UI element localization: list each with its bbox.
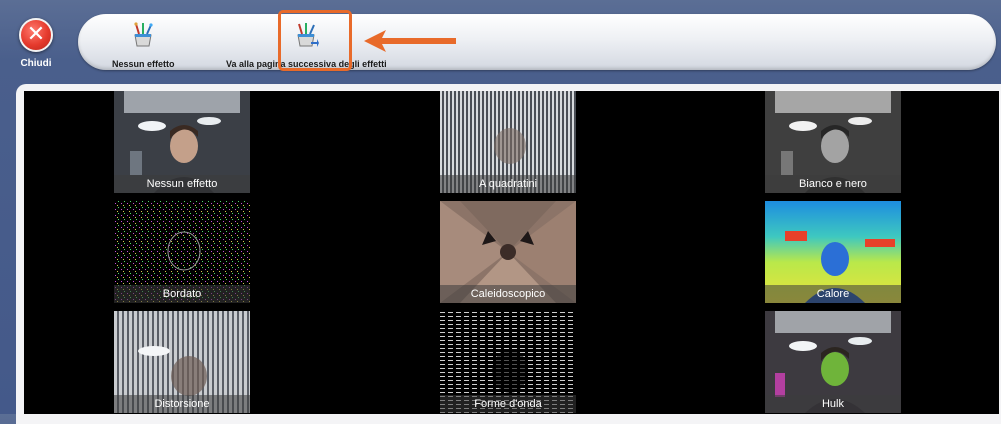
effects-toolbar: Nessun effetto Va alla pagina successiva… [78,14,996,70]
effect-label: Nessun effetto [114,175,250,193]
highlight-box [278,10,352,71]
effect-label: Caleidoscopico [440,285,576,303]
effect-tile-forme-d-onda[interactable]: Forme d'onda [440,311,576,413]
effect-label: Bordato [114,285,250,303]
effect-tile-a-quadratini[interactable]: A quadratini [440,91,576,193]
effect-label: Forme d'onda [440,395,576,413]
effect-label: A quadratini [440,175,576,193]
effect-label: Bianco e nero [765,175,901,193]
effect-tile-calore[interactable]: Calore [765,201,901,303]
effect-label: Hulk [765,395,901,413]
effect-label: Distorsione [114,395,250,413]
arrow-icon [364,30,456,52]
effect-label: Calore [765,285,901,303]
paint-brushes-icon [134,22,153,47]
close-button[interactable]: ✕ Chiudi [16,18,56,69]
no-effect-label: Nessun effetto [112,59,175,69]
close-label: Chiudi [20,58,52,69]
effect-tile-distorsione[interactable]: Distorsione [114,311,250,413]
close-icon: ✕ [19,18,53,52]
effect-tile-nessun-effetto[interactable]: Nessun effetto [114,91,250,193]
effect-tile-bianco-e-nero[interactable]: Bianco e nero [765,91,901,193]
no-effect-button[interactable]: Nessun effetto [112,22,175,69]
effect-tile-bordato[interactable]: Bordato [114,201,250,303]
effect-tile-caleidoscopico[interactable]: Caleidoscopico [440,201,576,303]
effects-grid: Nessun effetto A quadratini Bianco e ner… [24,91,999,414]
effect-tile-hulk[interactable]: Hulk [765,311,901,413]
